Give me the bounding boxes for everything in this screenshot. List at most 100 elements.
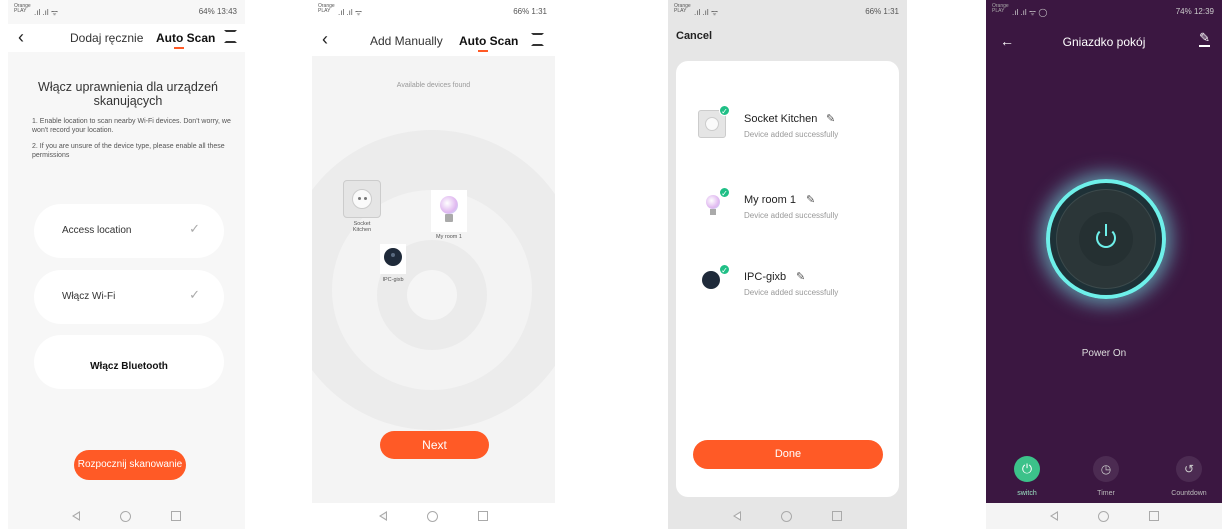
status-right: 64% 13:43 (198, 7, 237, 16)
permission-location-row[interactable]: Access location ✓ (34, 204, 224, 258)
bulb-icon (706, 195, 720, 209)
scan-icon[interactable] (224, 30, 237, 43)
camera-icon (702, 271, 720, 289)
header: ‹ Add Manually Auto Scan (312, 24, 555, 56)
permission-location-label: Access location (62, 225, 132, 236)
nav-recent-icon[interactable] (832, 511, 842, 521)
carrier-label: Orange PLAY (318, 3, 335, 14)
cancel-button[interactable]: Cancel (676, 30, 712, 42)
signal-icon: .ıl .ıl ᯤ (694, 8, 719, 17)
added-device-status: Device added successfully (744, 288, 839, 297)
bulb-icon (431, 190, 467, 232)
added-device-row: ✓ IPC-gixb ✎ Device added successfully (698, 264, 888, 304)
success-check-icon: ✓ (719, 105, 730, 116)
edit-icon[interactable]: ✎ (1199, 31, 1210, 47)
status-right: 66% 1:31 (865, 7, 899, 16)
status-bar: Orange PLAY .ıl .ıl ᯤ 66% 1:31 (668, 0, 907, 24)
added-device-row: ✓ Socket Kitchen ✎ Device added successf… (698, 105, 888, 146)
status-right: 66% 1:31 (513, 7, 547, 16)
back-icon[interactable]: ‹ (18, 27, 24, 48)
scan-icon[interactable] (531, 33, 544, 46)
done-button[interactable]: Done (693, 440, 883, 469)
tab-countdown[interactable]: ↺ Countdown (1164, 456, 1214, 497)
nav-home-icon[interactable] (781, 510, 792, 522)
device-camera[interactable]: IPC-gixb (378, 244, 408, 283)
permission-wifi-row[interactable]: Włącz Wi-Fi ✓ (34, 270, 224, 324)
tab-timer-label: Timer (1097, 490, 1115, 497)
screen-devices-added: Orange PLAY .ıl .ıl ᯤ 66% 1:31 Cancel ✓ … (668, 0, 907, 529)
android-nav-bar (986, 503, 1222, 529)
success-check-icon: ✓ (719, 264, 730, 275)
screen-auto-scan: Orange PLAY .ıl .ıl ᯤ 66% 1:31 ‹ Add Man… (312, 0, 555, 529)
tab-auto-scan[interactable]: Auto Scan (156, 31, 215, 45)
nav-recent-icon[interactable] (171, 511, 181, 521)
tab-underline (478, 50, 488, 52)
added-device-status: Device added successfully (744, 211, 839, 220)
nav-back-icon[interactable] (733, 511, 741, 521)
carrier-label: Orange PLAY (14, 3, 31, 14)
device-bulb-label: My room 1 (436, 234, 462, 240)
header: ‹ Dodaj ręcznie Auto Scan (8, 24, 245, 52)
result-card: ✓ Socket Kitchen ✎ Device added successf… (676, 61, 899, 497)
added-device-status: Device added successfully (744, 130, 839, 139)
nav-home-icon[interactable] (120, 510, 131, 522)
device-camera-label: IPC-gixb (382, 277, 404, 283)
device-socket[interactable]: Socket Kitchen (342, 180, 382, 233)
status-bar: Orange PLAY .ıl .ıl ᯤ ◯ 74% 12:39 (986, 0, 1222, 24)
tab-add-manually[interactable]: Dodaj ręcznie (70, 31, 143, 45)
socket-icon (343, 180, 381, 218)
device-socket-label: Socket Kitchen (352, 221, 372, 233)
tab-switch-label: switch (1017, 490, 1037, 497)
back-icon[interactable]: ‹ (322, 29, 328, 50)
device-bulb[interactable]: My room 1 (424, 190, 474, 240)
power-status-label: Power On (1081, 348, 1127, 359)
permission-bluetooth-row[interactable]: Włącz Bluetooth (34, 335, 224, 389)
next-button[interactable]: Next (380, 431, 489, 459)
check-icon: ✓ (189, 287, 200, 302)
signal-icon: .ıl .ıl ᯤ (34, 8, 59, 17)
nav-recent-icon[interactable] (1148, 511, 1159, 521)
nav-back-icon[interactable] (72, 511, 80, 521)
android-nav-bar (8, 503, 245, 529)
android-nav-bar (312, 503, 555, 529)
power-button[interactable] (1079, 212, 1133, 266)
permission-note-1: 1. Enable location to scan nearby Wi-Fi … (32, 118, 231, 134)
status-right: 74% 12:39 (1175, 7, 1214, 16)
added-device-row: ✓ My room 1 ✎ Device added successfully (698, 187, 888, 227)
status-bar: Orange PLAY .ıl .ıl ᯤ 64% 13:43 (8, 0, 245, 24)
available-devices-label: Available devices found (396, 82, 471, 89)
timer-icon: ◷ (1093, 456, 1119, 482)
tab-underline (174, 47, 184, 49)
added-device-name: IPC-gixb (744, 271, 787, 283)
tab-auto-scan[interactable]: Auto Scan (459, 34, 518, 48)
device-title: Gniazdko pokój (1062, 35, 1146, 49)
status-bar: Orange PLAY .ıl .ıl ᯤ 66% 1:31 (312, 0, 555, 24)
nav-recent-icon[interactable] (478, 511, 488, 521)
signal-icon: .ıl .ıl ᯤ ◯ (1012, 8, 1048, 17)
added-device-name: My room 1 (744, 194, 796, 206)
edit-pencil-icon[interactable]: ✎ (796, 270, 805, 283)
tab-switch[interactable]: ⏻ switch (1012, 456, 1042, 497)
nav-home-icon[interactable] (1097, 510, 1109, 522)
tab-add-manually[interactable]: Add Manually (370, 34, 443, 48)
nav-back-icon[interactable] (379, 511, 387, 521)
permission-note-2: 2. If you are unsure of the device type,… (32, 143, 225, 159)
check-icon: ✓ (189, 221, 200, 236)
tab-countdown-label: Countdown (1171, 490, 1207, 497)
tab-timer[interactable]: ◷ Timer (1091, 456, 1121, 497)
radar-ring (407, 270, 457, 320)
carrier-label: Orange PLAY (992, 3, 1009, 14)
screen-permissions: Orange PLAY .ıl .ıl ᯤ 64% 13:43 ‹ Dodaj … (8, 0, 245, 529)
nav-home-icon[interactable] (427, 510, 438, 522)
nav-back-icon[interactable] (1049, 511, 1058, 521)
edit-pencil-icon[interactable]: ✎ (806, 193, 815, 206)
signal-icon: .ıl .ıl ᯤ (338, 8, 363, 17)
permission-bluetooth-label: Włącz Bluetooth (90, 361, 168, 372)
carrier-label: Orange PLAY (674, 3, 691, 14)
edit-pencil-icon[interactable]: ✎ (826, 112, 835, 125)
permissions-title: Włącz uprawnienia dla urządzeń skanujący… (38, 80, 218, 108)
added-device-name: Socket Kitchen (744, 113, 818, 125)
camera-icon (380, 244, 406, 274)
screen-socket-control: Orange PLAY .ıl .ıl ᯤ ◯ 74% 12:39 ← Gnia… (986, 0, 1222, 529)
start-scan-button[interactable]: Rozpocznij skanowanie (74, 450, 186, 480)
